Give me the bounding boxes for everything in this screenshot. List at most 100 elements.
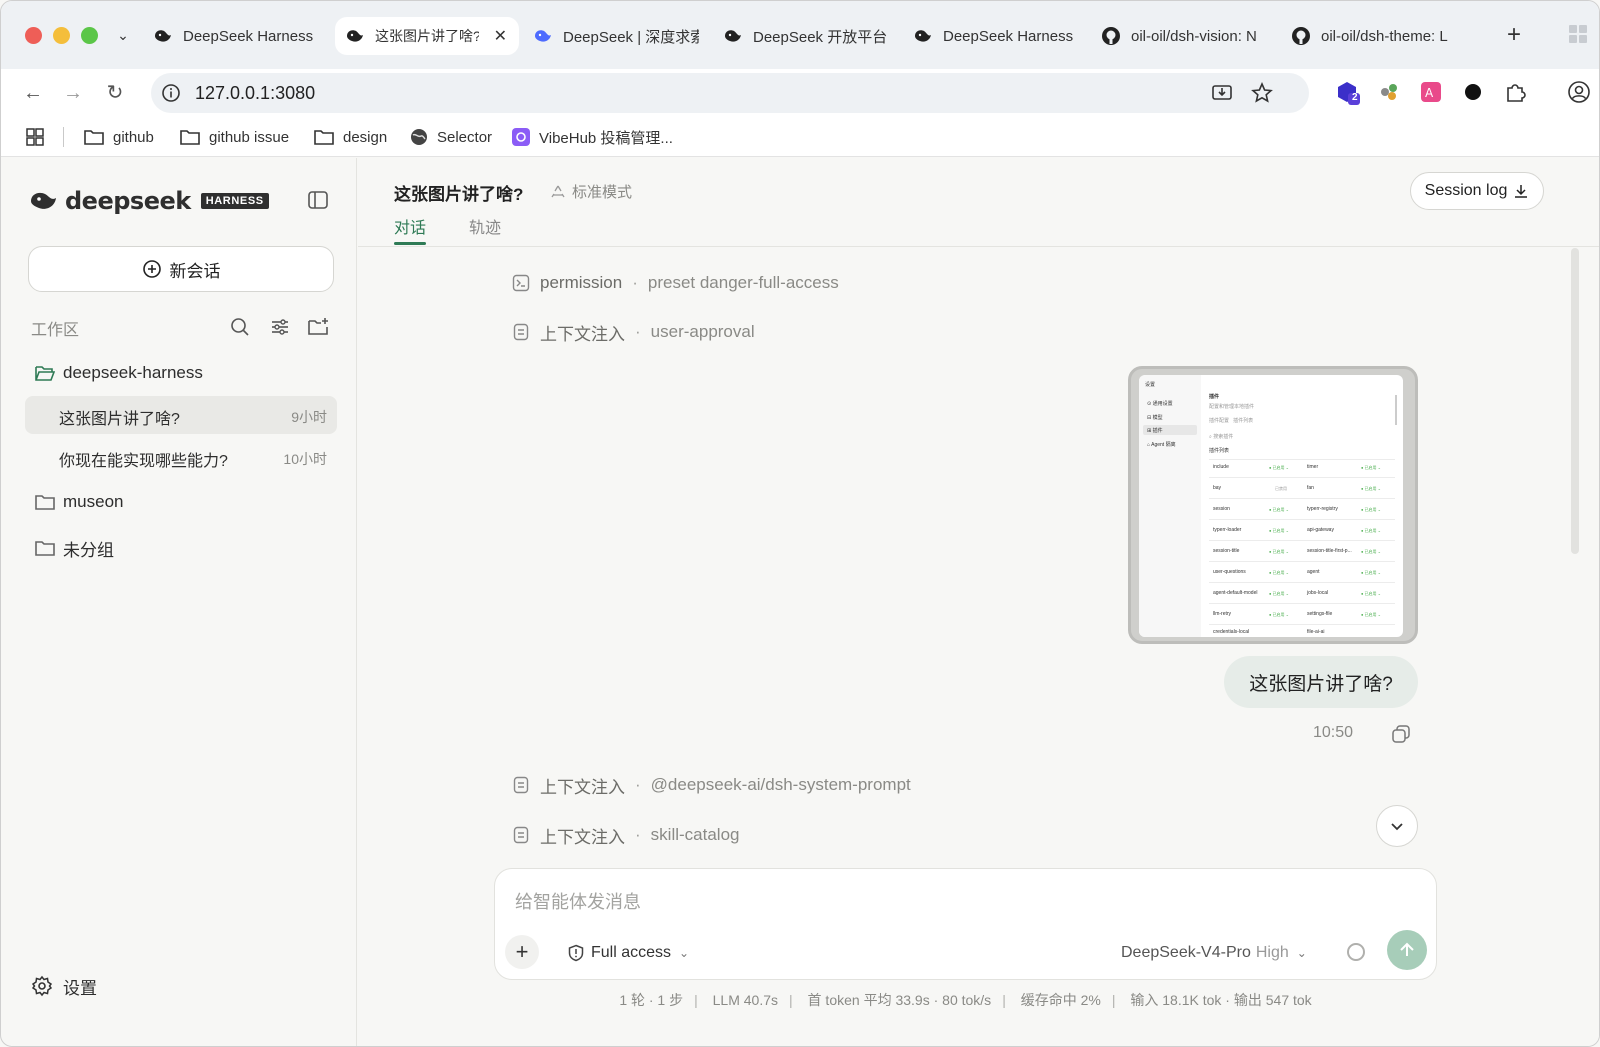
globe-icon xyxy=(411,129,427,145)
main-panel: 这张图片讲了啥? 标准模式 对话 轨迹 Session log permissi… xyxy=(358,158,1599,1046)
doc-icon xyxy=(513,776,529,794)
close-tab-icon[interactable]: ✕ xyxy=(494,26,507,46)
scroll-to-bottom-button[interactable] xyxy=(1376,805,1418,847)
settings-button[interactable]: 设置 xyxy=(31,972,97,1000)
bookmark-vibehub[interactable]: VibeHub 投稿管理... xyxy=(511,125,673,149)
sidebar-toggle-icon[interactable] xyxy=(307,189,329,211)
folder-icon xyxy=(314,130,334,145)
scrollbar[interactable] xyxy=(1571,248,1579,554)
attach-plus-button[interactable]: + xyxy=(505,935,539,969)
folder-deepseek-harness[interactable]: deepseek-harness xyxy=(35,360,203,386)
header-divider xyxy=(358,246,1599,247)
message-input[interactable]: 给智能体发消息 xyxy=(515,888,641,914)
browser-tab[interactable]: DeepSeek Harness xyxy=(153,17,323,55)
browser-tab-active[interactable]: 这张图片讲了啥? ✕ xyxy=(335,17,519,55)
extensions-puzzle-icon[interactable] xyxy=(1503,80,1527,104)
send-button[interactable] xyxy=(1387,930,1427,970)
search-icon[interactable] xyxy=(229,316,251,338)
new-folder-icon[interactable] xyxy=(307,316,329,338)
svg-text:A: A xyxy=(1425,86,1434,100)
plus-circle-icon xyxy=(142,260,161,278)
message-time: 10:50 xyxy=(1313,724,1354,741)
whale-icon xyxy=(913,26,933,46)
whale-icon xyxy=(723,26,743,46)
session-stats: 1 轮 · 1 步 | LLM 40.7s | 首 token 平均 33.9s ·… xyxy=(619,992,1312,1008)
extension-cube-icon[interactable]: 2 xyxy=(1335,80,1360,105)
new-chat-button[interactable]: 新会话 xyxy=(28,246,334,292)
apps-grid-icon[interactable] xyxy=(25,125,53,149)
url-text[interactable]: 127.0.0.1:3080 xyxy=(195,83,315,104)
extension-clover-icon[interactable] xyxy=(1377,80,1401,104)
context-usage-ring-icon[interactable] xyxy=(1347,943,1365,961)
event-line[interactable]: 上下文注入 · skill-catalog xyxy=(512,822,739,848)
folder-museon[interactable]: museon xyxy=(35,489,123,515)
install-app-icon[interactable] xyxy=(1211,82,1233,104)
tab-list-chevron-icon[interactable]: ⌄ xyxy=(113,25,133,45)
separator-dot: · xyxy=(635,775,641,794)
address-bar[interactable]: 127.0.0.1:3080 xyxy=(151,73,1309,113)
shield-icon xyxy=(568,944,584,962)
profile-avatar-icon[interactable] xyxy=(1567,80,1591,104)
terminal-icon xyxy=(512,274,530,292)
bookmark-github-issue[interactable]: github issue xyxy=(179,125,289,149)
event-line[interactable]: 上下文注入 · @deepseek-ai/dsh-system-prompt xyxy=(512,772,911,798)
attached-image-content: 设置 ⊙ 通用设置 ⊟ 模型 ⊞ 插件 ⌂ Agent 隔离 插件 配置和管理本… xyxy=(1139,375,1403,637)
extension-translate-icon[interactable]: A xyxy=(1419,80,1443,104)
message-composer[interactable]: 给智能体发消息 + Full access ⌄ DeepSeek-V4-Pro … xyxy=(494,868,1437,980)
bookmark-github[interactable]: github xyxy=(83,125,154,149)
whale-icon xyxy=(345,26,365,46)
back-arrow-icon[interactable]: ← xyxy=(21,81,45,105)
bookmark-design[interactable]: design xyxy=(313,125,387,149)
gear-icon xyxy=(31,975,53,997)
browser-tab[interactable]: DeepSeek Harness xyxy=(913,17,1083,55)
separator-dot: · xyxy=(632,273,638,292)
browser-tab[interactable]: DeepSeek | 深度求索 xyxy=(533,17,703,55)
minimize-window-button[interactable] xyxy=(53,27,70,44)
extension-dot-icon[interactable] xyxy=(1461,80,1485,104)
folder-icon xyxy=(180,130,200,145)
folder-icon xyxy=(35,495,55,510)
doc-icon xyxy=(513,826,529,844)
tab-search-icon[interactable] xyxy=(1567,23,1589,45)
user-message-bubble: 这张图片讲了啥? xyxy=(1224,656,1418,708)
browser-window: ⌄ DeepSeek Harness 这张图片讲了啥? ✕ DeepSeek |… xyxy=(0,0,1600,1047)
new-tab-button[interactable]: + xyxy=(1507,23,1521,47)
tab-strip: ⌄ DeepSeek Harness 这张图片讲了啥? ✕ DeepSeek |… xyxy=(1,1,1599,69)
separator-dot: · xyxy=(635,825,641,844)
mode-indicator[interactable]: 标准模式 xyxy=(550,181,632,202)
bookmark-selector[interactable]: Selector xyxy=(409,125,492,149)
bookmark-star-icon[interactable] xyxy=(1251,81,1273,104)
close-window-button[interactable] xyxy=(25,27,42,44)
browser-tab[interactable]: oil-oil/dsh-theme: L xyxy=(1291,17,1481,55)
tab-conversation[interactable]: 对话 xyxy=(394,214,426,238)
workspace-label: 工作区 xyxy=(31,322,80,339)
deepseek-logo-icon xyxy=(533,26,553,46)
chevron-down-icon: ⌄ xyxy=(679,946,690,960)
model-select[interactable]: DeepSeek-V4-Pro High ⌄ xyxy=(1121,941,1307,965)
filter-sliders-icon[interactable] xyxy=(269,316,291,338)
tab-trace[interactable]: 轨迹 xyxy=(469,214,501,238)
access-level-select[interactable]: Full access ⌄ xyxy=(567,941,689,965)
sidebar: deepseek HARNESS 新会话 工作区 deepseek-harnes… xyxy=(11,158,357,1046)
chevron-down-icon xyxy=(1391,823,1403,831)
browser-tab[interactable]: oil-oil/dsh-vision: N xyxy=(1101,17,1273,55)
copy-icon[interactable] xyxy=(1390,723,1412,745)
reload-icon[interactable]: ↻ xyxy=(103,81,127,105)
bookmarks-divider xyxy=(63,127,64,147)
chat-item[interactable]: 你现在能实现哪些能力? 10小时 xyxy=(25,438,337,476)
forward-arrow-icon[interactable]: → xyxy=(61,81,85,105)
download-icon xyxy=(1515,185,1528,198)
session-log-button[interactable]: Session log xyxy=(1410,172,1544,210)
recycle-icon xyxy=(551,185,565,197)
folder-icon xyxy=(35,541,55,556)
folder-open-icon xyxy=(35,366,55,381)
attached-image[interactable]: 设置 ⊙ 通用设置 ⊟ 模型 ⊞ 插件 ⌂ Agent 隔离 插件 配置和管理本… xyxy=(1128,366,1418,644)
separator-dot: · xyxy=(635,322,641,341)
site-info-icon[interactable] xyxy=(161,83,181,103)
event-line[interactable]: permission · preset danger-full-access xyxy=(512,270,839,296)
maximize-window-button[interactable] xyxy=(81,27,98,44)
browser-tab[interactable]: DeepSeek 开放平台 xyxy=(723,17,895,55)
chat-item[interactable]: 这张图片讲了啥? 9小时 xyxy=(25,396,337,434)
event-line[interactable]: 上下文注入 · user-approval xyxy=(512,319,755,345)
folder-ungrouped[interactable]: 未分组 xyxy=(35,535,114,561)
